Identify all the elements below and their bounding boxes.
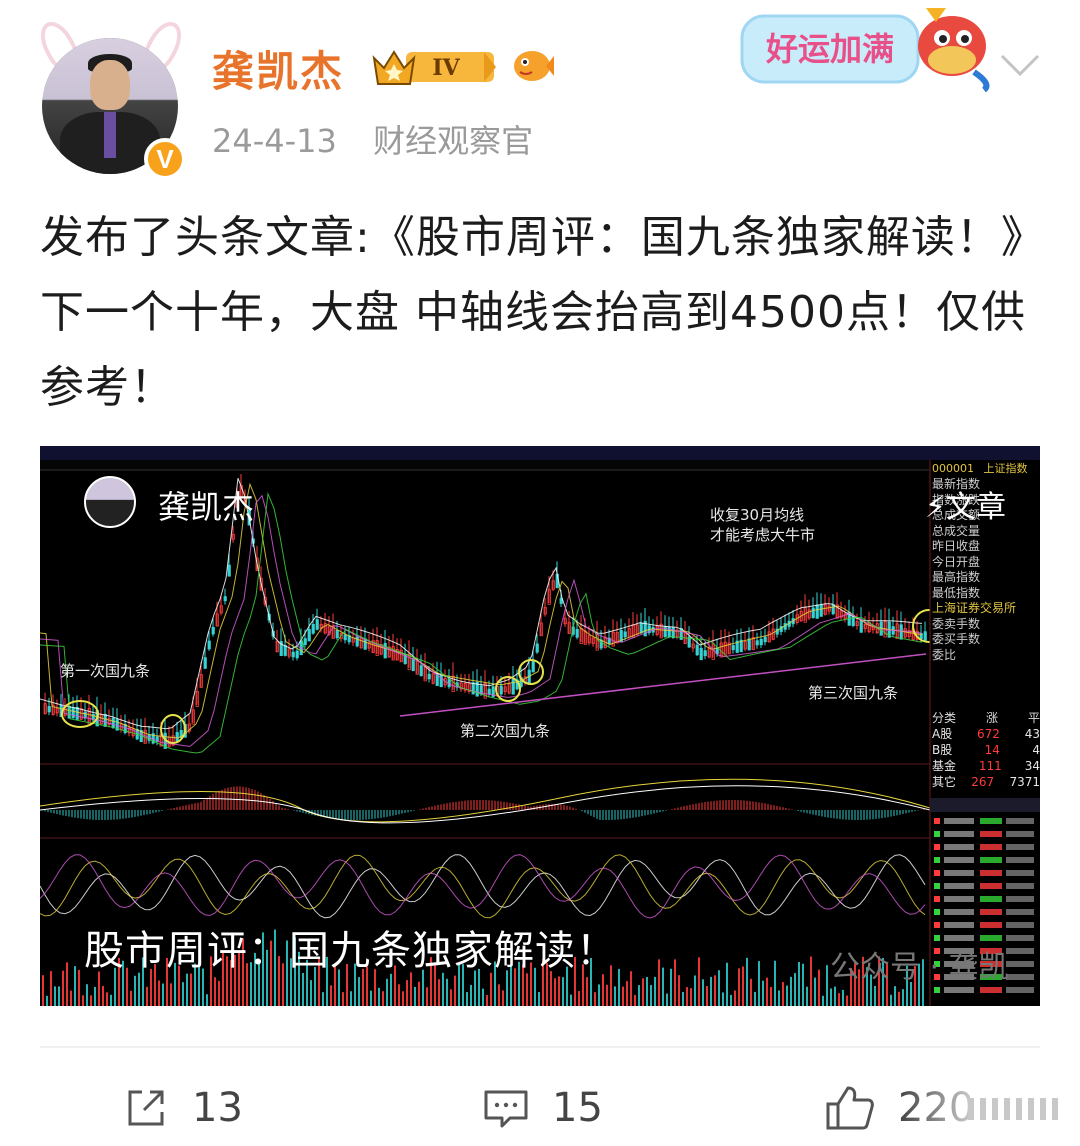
crown-level-badge-icon: IV <box>372 50 496 85</box>
side-label: 委买手数 <box>932 632 981 646</box>
card-caption: 股市周评：国九条独家解读！ <box>84 928 617 974</box>
post-text: 发布了头条文章:《股市周评：国九条独家解读！》下一个十年，大盘 中轴线会抬高到4… <box>40 212 1046 413</box>
side-table-header: 涨 <box>985 711 998 725</box>
side-table-row: 其它 267 7371 <box>932 775 1040 789</box>
post-date: 24-4-13 <box>212 122 337 160</box>
side-code: 000001 <box>932 462 974 475</box>
post-meta: 24-4-13 财经观察官 <box>212 116 559 162</box>
good-luck-text: 好运加满 <box>765 30 894 68</box>
card-author-avatar <box>84 476 136 528</box>
annotation-third-reform: 第三次国九条 <box>808 684 899 702</box>
annotation-second-reform: 第二次国九条 <box>460 722 551 740</box>
side-table-row: B股 14 4 <box>932 743 1040 757</box>
macd-indicator <box>40 778 931 824</box>
author-name[interactable]: 龚凯杰 <box>212 38 344 99</box>
side-label: 上海证券交易所 <box>932 601 1017 615</box>
side-label: 最高指数 <box>932 570 981 584</box>
share-icon <box>128 1090 164 1126</box>
side-label: 最低指数 <box>932 585 981 600</box>
avatar[interactable]: V <box>30 12 190 180</box>
side-label: 委卖手数 <box>932 616 981 631</box>
more-indicator <box>968 1098 1068 1120</box>
comment-count: 15 <box>552 1085 603 1131</box>
thumbs-up-icon <box>826 1086 874 1130</box>
good-luck-sticker: 好运加满 <box>740 8 990 92</box>
side-table-header: 分类 <box>932 711 957 725</box>
verified-badge-icon: V <box>144 138 186 180</box>
side-table-row: 基金 111 34 <box>932 759 1040 773</box>
comment-button[interactable]: 15 <box>482 1080 603 1136</box>
actions-divider <box>40 1046 1040 1048</box>
annotation-first-reform: 第一次国九条 <box>60 662 151 680</box>
card-article-label: ⚡文章 <box>924 490 1006 525</box>
kdj-indicator <box>40 854 926 919</box>
side-label: 委比 <box>932 647 957 662</box>
side-table-row: A股 672 43 <box>932 727 1040 741</box>
side-label: 今日开盘 <box>932 554 981 569</box>
fish-emoji-icon <box>514 51 554 81</box>
side-label: 昨日收盘 <box>932 539 981 553</box>
annotation-recover-line2: 才能考虑大牛市 <box>710 526 816 544</box>
card-watermark: 公众号 · 龚凯 <box>830 950 1009 985</box>
marker-circle-4 <box>518 659 544 685</box>
share-count: 13 <box>192 1085 243 1131</box>
lightning-icon: ⚡ <box>924 490 946 525</box>
side-table-header: 平 <box>1027 711 1040 725</box>
article-card[interactable]: 000001 上证指数 最新指数 指数涨跌 总成交额 总成交量 昨日收盘 今日开盘 最高指数… <box>40 446 1040 1006</box>
level-badge-text: IV <box>432 55 460 81</box>
author-role: 财经观察官 <box>373 122 534 160</box>
comment-icon <box>484 1090 528 1128</box>
side-index-name: 上证指数 <box>983 462 1028 475</box>
share-button[interactable]: 13 <box>122 1080 243 1136</box>
annotation-recover-line1: 收复30月均线 <box>710 506 805 524</box>
card-author-name: 龚凯杰 <box>158 488 255 526</box>
chevron-down-icon[interactable] <box>996 44 1044 84</box>
